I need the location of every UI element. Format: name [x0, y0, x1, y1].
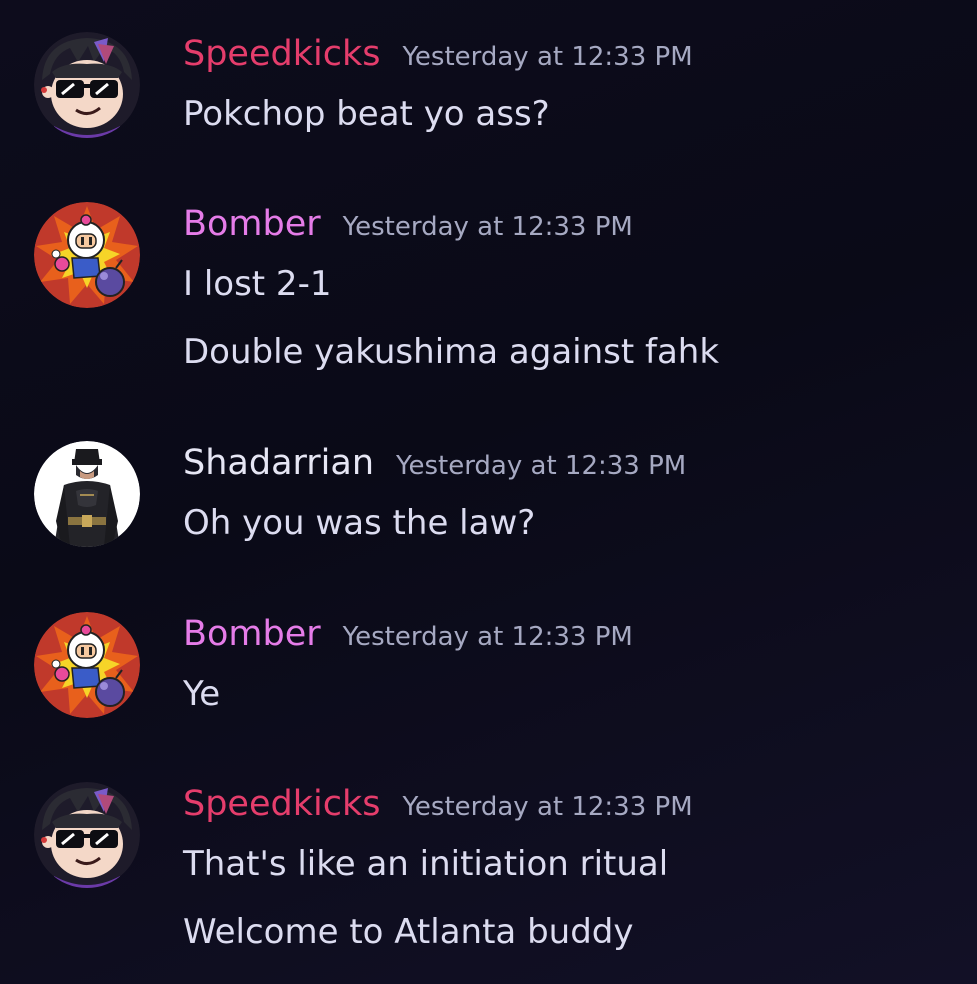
message-header: Bomber Yesterday at 12:33 PM: [183, 612, 633, 656]
message-header: Speedkicks Yesterday at 12:33 PM: [183, 782, 693, 826]
message-text: Pokchop beat yo ass?: [183, 94, 550, 134]
message-timestamp[interactable]: Yesterday at 12:33 PM: [396, 444, 686, 488]
message-header: Speedkicks Yesterday at 12:33 PM: [183, 32, 693, 76]
message-header: Shadarrian Yesterday at 12:33 PM: [183, 441, 686, 485]
message-timestamp[interactable]: Yesterday at 12:33 PM: [402, 35, 692, 79]
message-text: Double yakushima against fahk: [183, 332, 720, 372]
username[interactable]: Bomber: [183, 202, 321, 246]
message-timestamp[interactable]: Yesterday at 12:33 PM: [343, 615, 633, 659]
message-timestamp[interactable]: Yesterday at 12:33 PM: [343, 205, 633, 249]
message-text: Oh you was the law?: [183, 503, 536, 543]
message-text: Ye: [183, 674, 221, 714]
bomberman-avatar-icon[interactable]: [34, 202, 140, 308]
anime-sunglasses-avatar-icon[interactable]: [34, 782, 140, 888]
username[interactable]: Bomber: [183, 612, 321, 656]
message-timestamp[interactable]: Yesterday at 12:33 PM: [402, 785, 692, 829]
message-header: Bomber Yesterday at 12:33 PM: [183, 202, 633, 246]
batman-avatar-icon[interactable]: [34, 441, 140, 547]
message-list: Speedkicks Yesterday at 12:33 PM Pokchop…: [0, 0, 977, 984]
anime-sunglasses-avatar-icon[interactable]: [34, 32, 140, 138]
message-text: Welcome to Atlanta buddy: [183, 912, 634, 952]
username[interactable]: Speedkicks: [183, 782, 380, 826]
message-text: I lost 2-1: [183, 264, 332, 304]
message-text: That's like an initiation ritual: [183, 844, 669, 884]
bomberman-avatar-icon[interactable]: [34, 612, 140, 718]
username[interactable]: Speedkicks: [183, 32, 380, 76]
username[interactable]: Shadarrian: [183, 441, 374, 485]
